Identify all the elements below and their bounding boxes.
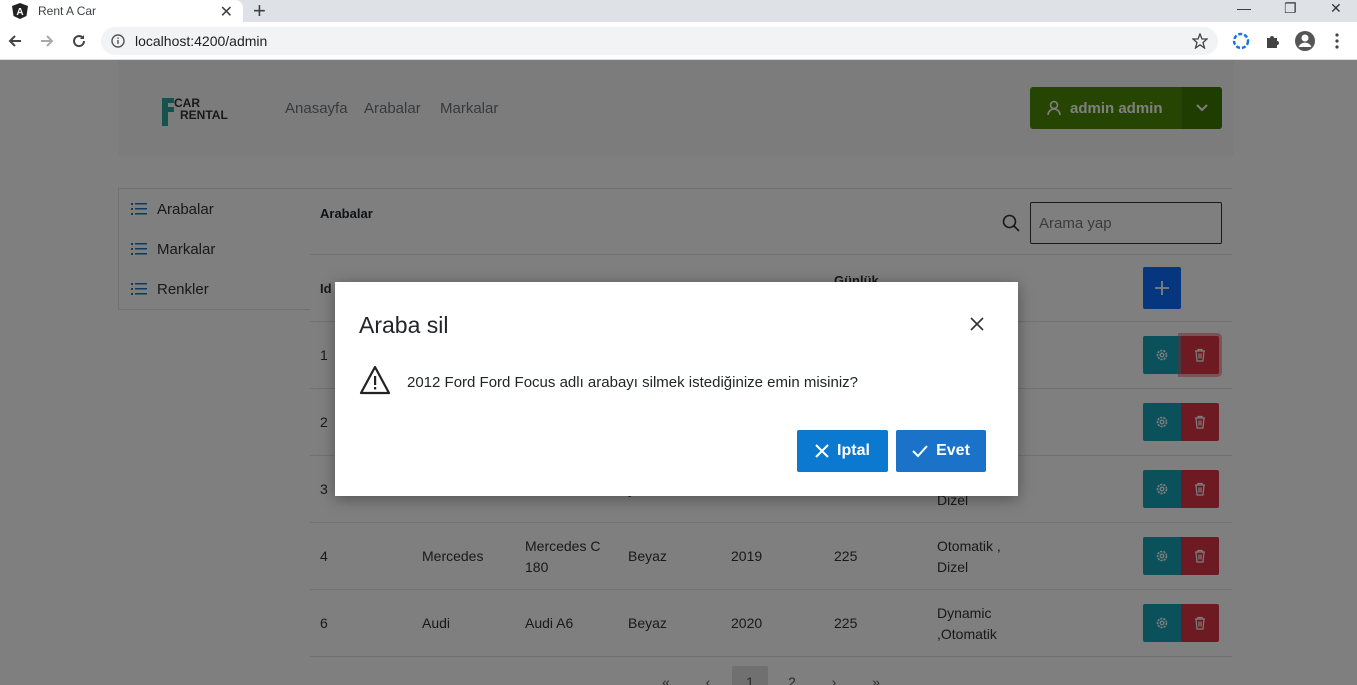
back-icon[interactable]: [4, 30, 26, 52]
browser-menu-icon[interactable]: [1326, 30, 1348, 52]
restore-icon[interactable]: ❐: [1284, 0, 1297, 17]
extension-icon[interactable]: [1230, 30, 1252, 52]
confirm-button[interactable]: Evet: [896, 430, 986, 472]
site-info-icon[interactable]: [111, 34, 125, 48]
forward-icon[interactable]: [36, 30, 58, 52]
close-icon[interactable]: [969, 316, 985, 337]
tab-close-icon[interactable]: ✕: [220, 2, 233, 22]
url-text: localhost:4200/admin: [135, 33, 268, 49]
profile-icon[interactable]: [1294, 30, 1316, 52]
new-tab-icon[interactable]: +: [253, 0, 266, 24]
minimize-icon[interactable]: —: [1237, 0, 1251, 16]
tab-title: Rent A Car: [38, 4, 97, 18]
warning-icon: [359, 365, 391, 400]
dialog-title: Araba sil: [359, 312, 449, 338]
browser-tab[interactable]: A Rent A Car ✕: [0, 0, 243, 22]
browser-tabstrip: A Rent A Car ✕ + — ❐ ✕: [0, 0, 1357, 24]
dialog-message: 2012 Ford Ford Focus adlı arabayı silmek…: [407, 374, 859, 391]
address-bar[interactable]: localhost:4200/admin: [101, 27, 1218, 55]
browser-toolbar: localhost:4200/admin: [0, 22, 1357, 60]
delete-car-dialog: Araba sil 2012 Ford Ford Focus adlı arab…: [335, 282, 1018, 496]
angular-icon: A: [12, 3, 28, 19]
window-close-icon[interactable]: ✕: [1330, 0, 1342, 17]
extensions-puzzle-icon[interactable]: [1262, 30, 1284, 52]
confirm-label: Evet: [936, 442, 970, 459]
cancel-button[interactable]: Iptal: [797, 430, 888, 472]
check-icon: [912, 445, 928, 458]
cancel-label: Iptal: [837, 442, 870, 459]
bookmark-star-icon[interactable]: [1191, 32, 1209, 52]
close-icon: [815, 444, 829, 458]
reload-icon[interactable]: [68, 30, 90, 52]
svg-text:A: A: [16, 7, 23, 18]
